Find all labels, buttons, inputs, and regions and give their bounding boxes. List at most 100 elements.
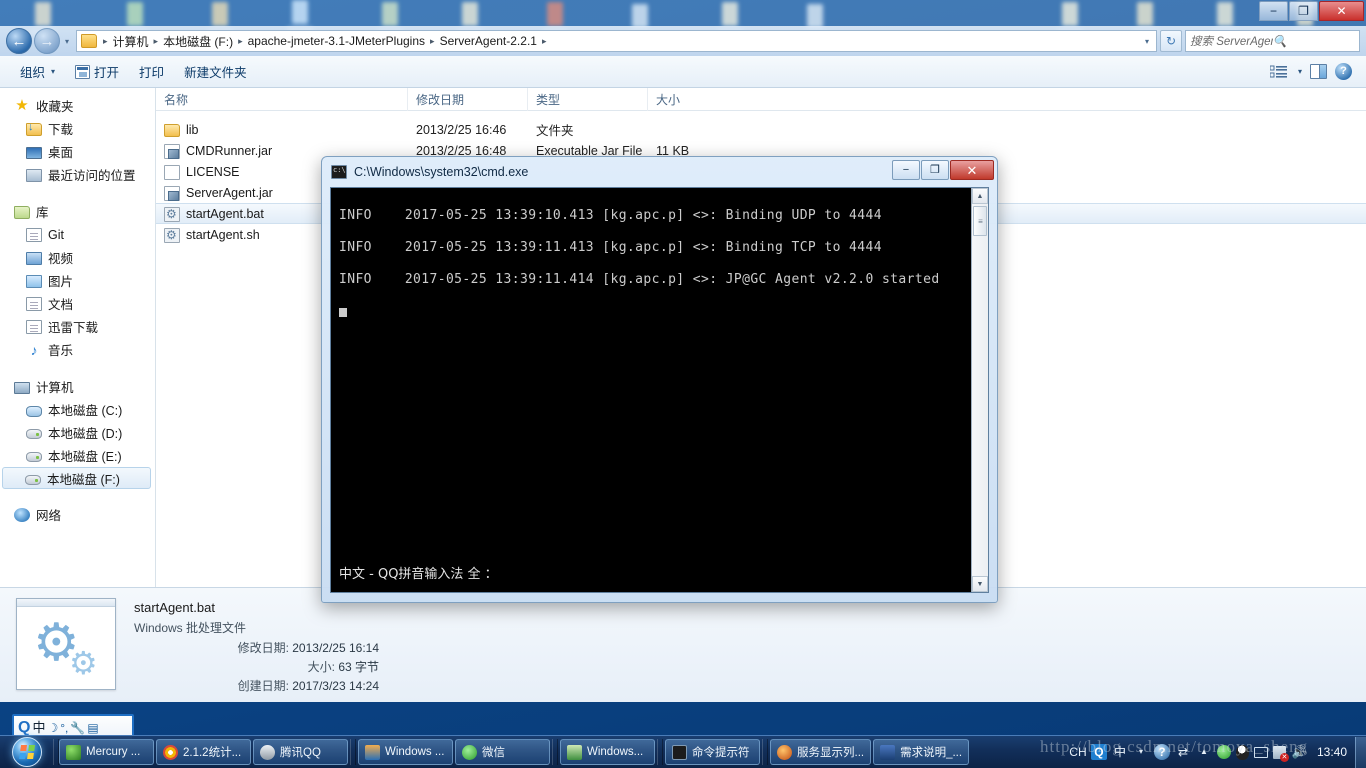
- print-button[interactable]: 打印: [129, 58, 174, 85]
- column-header-type[interactable]: 类型: [528, 88, 648, 111]
- sidebar-item-pictures[interactable]: 图片: [0, 269, 155, 292]
- qq-penguin-icon[interactable]: [1235, 744, 1249, 760]
- taskbar-item-mercury[interactable]: Mercury ...: [59, 739, 154, 765]
- ime-language-mode[interactable]: 中: [32, 721, 45, 734]
- sidebar-item-label: 音乐: [48, 344, 74, 358]
- breadcrumb-item-0[interactable]: 计算机: [111, 33, 151, 50]
- taskbar-item-word-doc[interactable]: 需求说明_...: [873, 739, 970, 765]
- sidebar-item-desktop[interactable]: 桌面: [0, 140, 155, 163]
- taskbar-item-label: Windows ...: [385, 746, 445, 758]
- computer-group: 计算机 本地磁盘 (C:) 本地磁盘 (D:) 本地磁盘 (E:) 本地磁盘 (…: [0, 375, 155, 489]
- sidebar-item-videos[interactable]: 视频: [0, 246, 155, 269]
- taskbar-item-chrome[interactable]: 2.1.2统计...: [156, 739, 251, 765]
- refresh-button[interactable]: ↻: [1160, 30, 1182, 52]
- cmd-window-controls: − ❐ ✕: [892, 160, 994, 180]
- taskbar-clock[interactable]: 13:40: [1313, 745, 1355, 759]
- cmd-close-button[interactable]: ✕: [950, 160, 994, 180]
- organize-button[interactable]: 组织 ▾: [10, 58, 65, 85]
- cmd-maximize-button[interactable]: ❐: [921, 160, 949, 180]
- sidebar-item-drive-f[interactable]: 本地磁盘 (F:): [2, 467, 151, 489]
- view-dropdown-icon[interactable]: ▾: [1298, 67, 1302, 76]
- taskbar-item-tencent-qq[interactable]: 腾讯QQ: [253, 739, 348, 765]
- search-placeholder: 搜索 ServerAgent-...: [1190, 36, 1273, 48]
- sidebar-item-drive-c[interactable]: 本地磁盘 (C:): [0, 398, 155, 421]
- ime-mode-icon[interactable]: 中: [1112, 744, 1128, 760]
- change-view-icon[interactable]: [1269, 65, 1288, 79]
- breadcrumb-item-1[interactable]: 本地磁盘 (F:): [161, 33, 235, 50]
- taskbar-item-windows-2[interactable]: Windows...: [560, 739, 655, 765]
- breadcrumb[interactable]: ▸ 计算机 ▸ 本地磁盘 (F:) ▸ apache-jmeter-3.1-JM…: [76, 30, 1157, 52]
- toolbox-icon[interactable]: ▤: [87, 722, 98, 734]
- show-hidden-icons-icon[interactable]: ▲: [1196, 744, 1212, 760]
- sidebar-item-favorites[interactable]: ★ 收藏夹: [0, 94, 155, 117]
- scroll-up-icon[interactable]: ▲: [972, 188, 988, 204]
- qq-ime-logo-icon[interactable]: Q: [18, 719, 30, 736]
- sidebar-item-git[interactable]: Git: [0, 223, 155, 246]
- taskbar-item-wechat[interactable]: 微信: [455, 739, 550, 765]
- search-input[interactable]: 搜索 ServerAgent-... 🔍: [1185, 30, 1360, 52]
- monitor-icon[interactable]: [1253, 746, 1268, 758]
- back-button[interactable]: ←: [6, 28, 32, 54]
- file-name-label: LICENSE: [186, 164, 240, 179]
- column-header-name[interactable]: 名称: [156, 88, 408, 111]
- sidebar-item-network[interactable]: 网络: [0, 503, 155, 526]
- new-folder-button[interactable]: 新建文件夹: [174, 58, 257, 85]
- help-icon[interactable]: ?: [1153, 744, 1170, 760]
- taskbar-item-label: 命令提示符: [692, 747, 750, 759]
- minimize-button[interactable]: −: [1259, 1, 1288, 21]
- restore-button[interactable]: ❐: [1289, 1, 1318, 21]
- column-header-date[interactable]: 修改日期: [408, 88, 528, 111]
- sync-icon[interactable]: ⇄: [1175, 744, 1191, 760]
- cmd-screen[interactable]: INFO 2017-05-25 13:39:10.413 [kg.apc.p] …: [330, 187, 989, 593]
- cmd-ime-status: 中文 - QQ拼音输入法 全 ：: [339, 567, 498, 582]
- wrench-icon[interactable]: 🔧: [70, 722, 85, 734]
- sidebar-item-documents[interactable]: 文档: [0, 292, 155, 315]
- scrollbar-thumb[interactable]: ≡: [973, 206, 987, 236]
- qq-ime-icon[interactable]: Q: [1090, 744, 1107, 760]
- sidebar-item-thunder-downloads[interactable]: 迅雷下载: [0, 315, 155, 338]
- column-header-size[interactable]: 大小: [648, 88, 723, 111]
- gear-icon: ⚙: [69, 645, 98, 681]
- start-button[interactable]: [1, 737, 53, 768]
- cmd-titlebar[interactable]: C:\Windows\system32\cmd.exe − ❐ ✕: [322, 157, 997, 187]
- window-icon: [365, 744, 380, 760]
- sidebar-item-music[interactable]: ♪ 音乐: [0, 338, 155, 361]
- breadcrumb-item-2[interactable]: apache-jmeter-3.1-JMeterPlugins: [246, 34, 427, 48]
- recent-pages-dropdown-icon[interactable]: ▾: [60, 37, 74, 46]
- explorer-titlebar[interactable]: − ❐ ✕: [0, 0, 1366, 26]
- close-button[interactable]: ✕: [1319, 1, 1364, 21]
- sidebar-item-recent-places[interactable]: 最近访问的位置: [0, 163, 155, 186]
- sidebar-item-drive-d[interactable]: 本地磁盘 (D:): [0, 421, 155, 444]
- scroll-down-icon[interactable]: ▼: [972, 576, 988, 592]
- forward-button[interactable]: →: [34, 28, 60, 54]
- open-button[interactable]: 打开: [65, 58, 129, 85]
- show-desktop-button[interactable]: [1355, 736, 1366, 768]
- cmd-scrollbar[interactable]: ▲ ≡ ▼: [971, 188, 988, 592]
- taskbar-item-services[interactable]: 服务显示列...: [770, 739, 872, 765]
- wechat-tray-icon[interactable]: [1216, 745, 1231, 759]
- moon-icon[interactable]: ☽: [47, 722, 58, 734]
- taskbar-item-command-prompt[interactable]: 命令提示符: [665, 739, 760, 765]
- language-indicator[interactable]: CH: [1069, 744, 1086, 760]
- details-size-value: 63 字节: [338, 660, 379, 674]
- details-pane: ⚙ ⚙ startAgent.bat Windows 批处理文件 修改日期: 2…: [0, 587, 1366, 702]
- help-icon[interactable]: ?: [1335, 63, 1352, 80]
- chevron-down-icon[interactable]: ▾: [1133, 744, 1149, 760]
- breadcrumb-item-3[interactable]: ServerAgent-2.2.1: [438, 34, 539, 48]
- sidebar-item-label: 收藏夹: [36, 100, 74, 114]
- taskbar-item-windows-1[interactable]: Windows ...: [358, 739, 453, 765]
- command-prompt-window[interactable]: C:\Windows\system32\cmd.exe − ❐ ✕ INFO 2…: [321, 156, 998, 603]
- breadcrumb-separator: ▸: [238, 35, 243, 46]
- sidebar-item-downloads[interactable]: 下载: [0, 117, 155, 140]
- preview-pane-icon[interactable]: [1310, 64, 1327, 79]
- table-row[interactable]: lib 2013/2/25 16:46 文件夹: [156, 119, 1366, 140]
- volume-icon[interactable]: 🔊: [1291, 744, 1307, 760]
- sidebar-item-drive-e[interactable]: 本地磁盘 (E:): [0, 444, 155, 467]
- cmd-minimize-button[interactable]: −: [892, 160, 920, 180]
- thunder-download-icon: [26, 320, 42, 334]
- sidebar-item-libraries[interactable]: 库: [0, 200, 155, 223]
- network-error-icon[interactable]: ✕: [1272, 745, 1289, 762]
- punctuation-icon[interactable]: °,: [60, 722, 68, 734]
- chevron-down-icon[interactable]: ▾: [1145, 37, 1154, 46]
- sidebar-item-computer[interactable]: 计算机: [0, 375, 155, 398]
